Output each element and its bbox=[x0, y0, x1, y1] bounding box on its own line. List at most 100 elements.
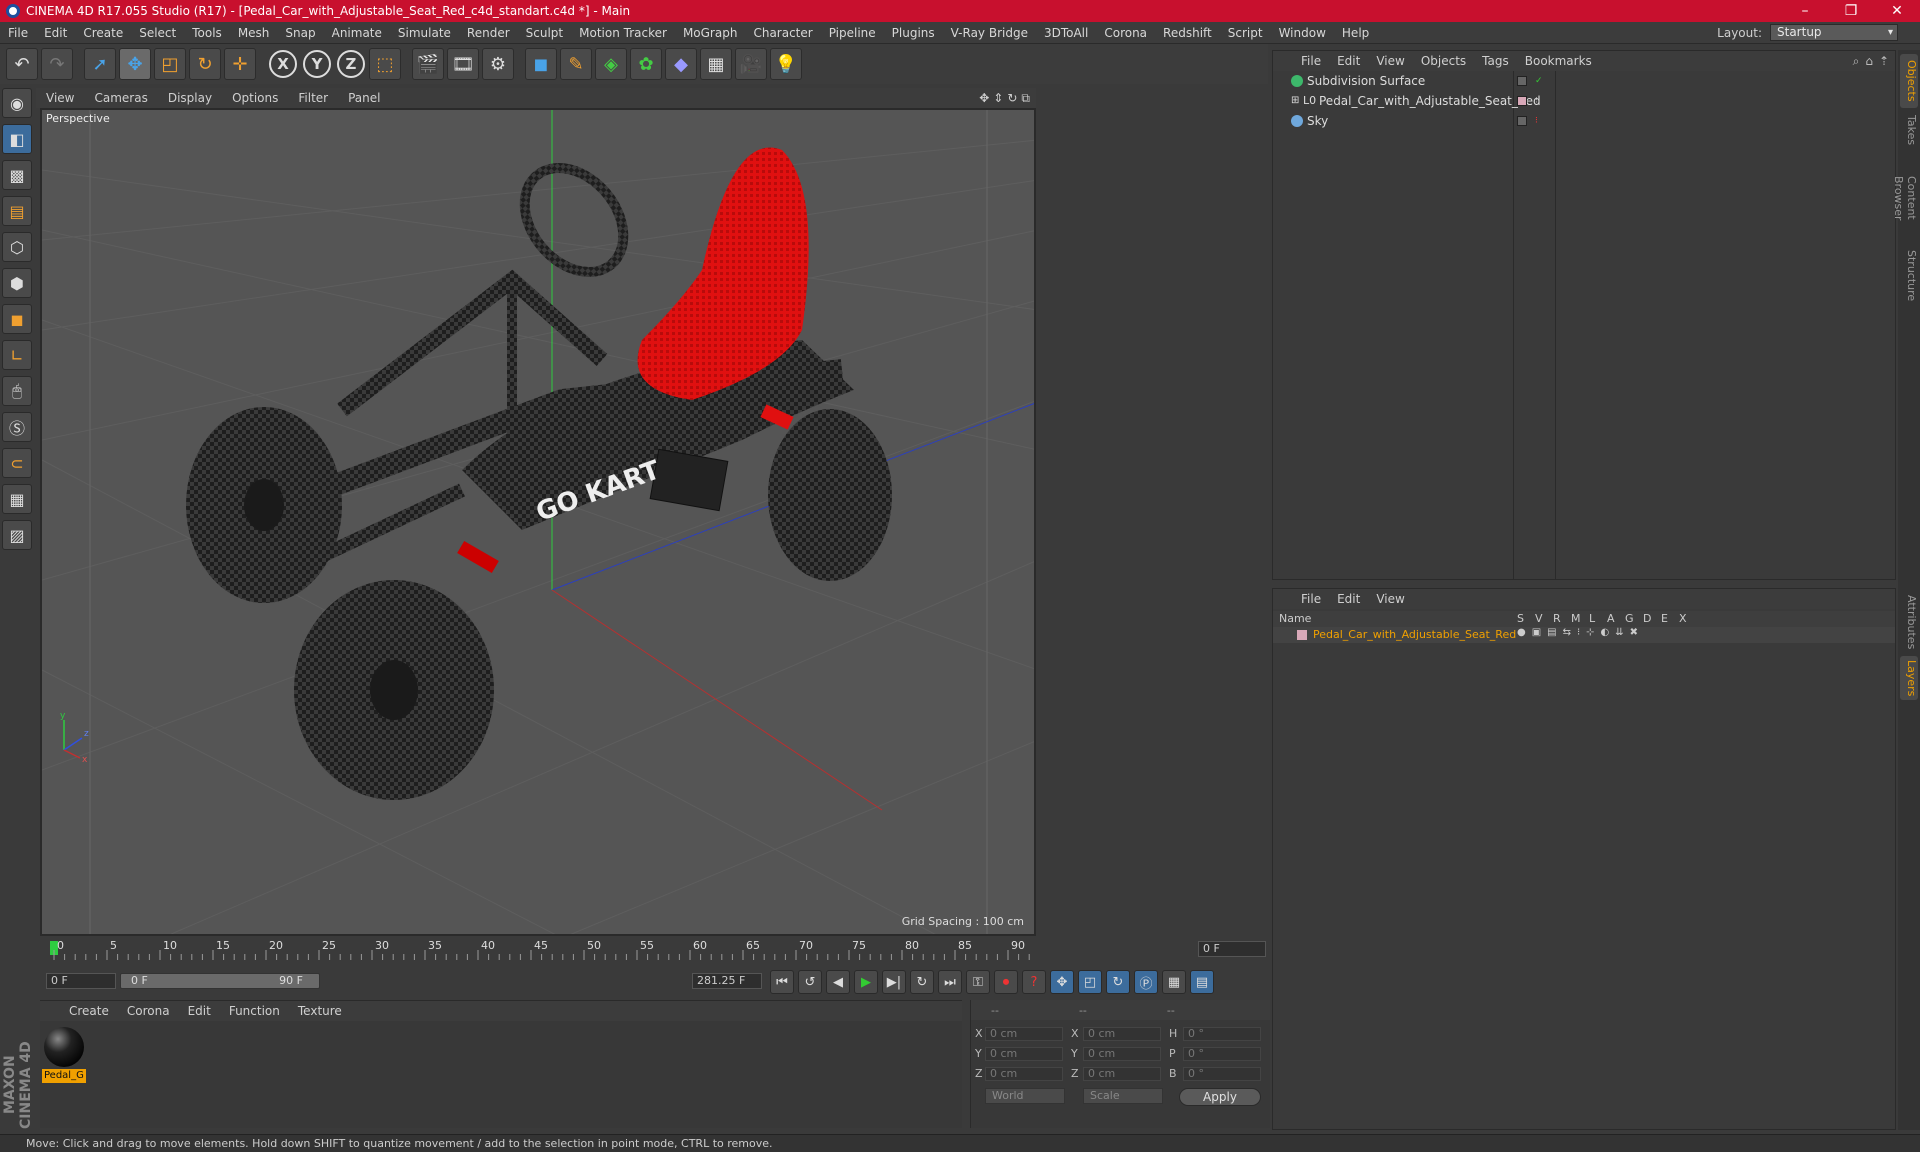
make-editable-icon[interactable]: ◉ bbox=[2, 88, 32, 118]
menu-select[interactable]: Select bbox=[131, 26, 184, 40]
dolly-icon[interactable]: ⇕ bbox=[993, 91, 1003, 106]
subdivision-icon[interactable]: ◈ bbox=[595, 48, 627, 80]
rotation-h-field[interactable]: 0 ° bbox=[1183, 1027, 1261, 1041]
key-scale-icon[interactable]: ◰ bbox=[1078, 970, 1102, 994]
layer-color-swatch[interactable] bbox=[1297, 630, 1307, 640]
menu-sculpt[interactable]: Sculpt bbox=[518, 26, 571, 40]
visibility-toggle[interactable] bbox=[1517, 116, 1527, 126]
coord-mode-dropdown[interactable]: World bbox=[985, 1088, 1065, 1104]
menu-mesh[interactable]: Mesh bbox=[230, 26, 278, 40]
layer-color-swatch[interactable] bbox=[1517, 96, 1527, 106]
visibility-toggle[interactable] bbox=[1517, 76, 1527, 86]
menu-file[interactable]: File bbox=[0, 26, 36, 40]
lm-menu-edit[interactable]: Edit bbox=[1329, 592, 1368, 606]
rotate-icon[interactable]: ↻ bbox=[189, 48, 221, 80]
go-to-end-icon[interactable]: ⏭ bbox=[938, 970, 962, 994]
rotation-p-field[interactable]: 0 ° bbox=[1183, 1047, 1261, 1061]
workplane-sync-icon[interactable]: ▨ bbox=[2, 520, 32, 550]
pan-icon[interactable]: ✥ bbox=[979, 91, 989, 106]
prev-frame-icon[interactable]: ◀ bbox=[826, 970, 850, 994]
menu-create[interactable]: Create bbox=[75, 26, 131, 40]
menu-simulate[interactable]: Simulate bbox=[390, 26, 459, 40]
autokey-icon[interactable]: ? bbox=[1022, 970, 1046, 994]
pedal-car-model[interactable]: GO KART bbox=[186, 147, 892, 801]
redo-icon[interactable]: ↷ bbox=[41, 48, 73, 80]
menu-edit[interactable]: Edit bbox=[36, 26, 75, 40]
layer-row[interactable]: Pedal_Car_with_Adjustable_Seat_Red ●▣▤⇆⁝… bbox=[1273, 627, 1895, 643]
up-icon[interactable]: ⇡ bbox=[1879, 54, 1889, 69]
floor-icon[interactable]: ▦ bbox=[700, 48, 732, 80]
play-icon[interactable]: ▶ bbox=[854, 970, 878, 994]
key-rotation-icon[interactable]: ↻ bbox=[1106, 970, 1130, 994]
menu-redshift[interactable]: Redshift bbox=[1155, 26, 1220, 40]
material-menu-function[interactable]: Function bbox=[220, 1004, 289, 1018]
visibility-dots-icon[interactable]: ⁝ bbox=[1535, 91, 1538, 111]
undo-icon[interactable]: ↶ bbox=[6, 48, 38, 80]
points-mode-icon[interactable]: ⬡ bbox=[2, 232, 32, 262]
next-frame-icon[interactable]: ▶| bbox=[882, 970, 906, 994]
record-icon[interactable]: ⏺ bbox=[994, 970, 1018, 994]
key-position-icon[interactable]: ✥ bbox=[1050, 970, 1074, 994]
start-frame-field[interactable]: 0 F bbox=[46, 973, 116, 989]
orbit-icon[interactable]: ↻ bbox=[1007, 91, 1017, 106]
om-menu-bookmarks[interactable]: Bookmarks bbox=[1517, 54, 1600, 68]
keyframe-selection-icon[interactable]: ⚿ bbox=[966, 970, 990, 994]
z-axis-icon[interactable]: Z bbox=[337, 50, 365, 78]
menu-help[interactable]: Help bbox=[1334, 26, 1377, 40]
viewport-menu-filter[interactable]: Filter bbox=[288, 91, 338, 105]
move-icon[interactable]: ✥ bbox=[119, 48, 151, 80]
polygons-mode-icon[interactable]: ◼ bbox=[2, 304, 32, 334]
next-keyframe-icon[interactable]: ↻ bbox=[910, 970, 934, 994]
material-menu-edit[interactable]: Edit bbox=[179, 1004, 220, 1018]
visibility-dots-icon[interactable]: ⁝ bbox=[1535, 111, 1538, 131]
lm-menu-file[interactable]: File bbox=[1293, 592, 1329, 606]
object-row-sky[interactable]: Sky ⁝ bbox=[1273, 111, 1895, 131]
viewport-menu-panel[interactable]: Panel bbox=[338, 91, 390, 105]
tab-layers[interactable]: Layers bbox=[1900, 656, 1918, 700]
tab-objects[interactable]: Objects bbox=[1900, 54, 1918, 108]
prev-keyframe-icon[interactable]: ↺ bbox=[798, 970, 822, 994]
size-x-field[interactable]: 0 cm bbox=[1083, 1027, 1161, 1041]
om-menu-tags[interactable]: Tags bbox=[1474, 54, 1517, 68]
viewport-menu-display[interactable]: Display bbox=[158, 91, 222, 105]
key-pla-icon[interactable]: ▦ bbox=[1162, 970, 1186, 994]
home-icon[interactable]: ⌂ bbox=[1865, 54, 1873, 69]
lock-workplane-icon[interactable]: ▦ bbox=[2, 484, 32, 514]
rotation-b-field[interactable]: 0 ° bbox=[1183, 1067, 1261, 1081]
model-mode-icon[interactable]: ◧ bbox=[2, 124, 32, 154]
menu-render[interactable]: Render bbox=[459, 26, 518, 40]
om-menu-view[interactable]: View bbox=[1368, 54, 1412, 68]
menu-vray-bridge[interactable]: V-Ray Bridge bbox=[943, 26, 1036, 40]
cloner-icon[interactable]: ✿ bbox=[630, 48, 662, 80]
viewport-menu-cameras[interactable]: Cameras bbox=[84, 91, 157, 105]
scale-icon[interactable]: ◰ bbox=[154, 48, 186, 80]
preview-range-slider[interactable]: 0 F 90 F bbox=[120, 973, 320, 989]
pen-icon[interactable]: ✎ bbox=[560, 48, 592, 80]
expand-icon[interactable]: ⊞ bbox=[1291, 91, 1299, 111]
end-frame-field[interactable]: 281.25 F bbox=[692, 973, 762, 989]
menu-window[interactable]: Window bbox=[1271, 26, 1334, 40]
menu-script[interactable]: Script bbox=[1220, 26, 1271, 40]
material-menu-corona[interactable]: Corona bbox=[118, 1004, 179, 1018]
cube-icon[interactable]: ◼ bbox=[525, 48, 557, 80]
material-menu-create[interactable]: Create bbox=[60, 1004, 118, 1018]
object-row-pedal-car[interactable]: ⊞ L0 Pedal_Car_with_Adjustable_Seat_Red … bbox=[1273, 91, 1895, 111]
menu-character[interactable]: Character bbox=[745, 26, 820, 40]
size-y-field[interactable]: 0 cm bbox=[1083, 1047, 1161, 1061]
tab-content-browser[interactable]: Content Browser bbox=[1892, 150, 1918, 246]
go-to-start-icon[interactable]: ⏮ bbox=[770, 970, 794, 994]
y-axis-icon[interactable]: Y bbox=[303, 50, 331, 78]
perspective-viewport[interactable]: GO KART y z x Perspective Grid Spacing :… bbox=[40, 108, 1036, 936]
search-icon[interactable]: ⌕ bbox=[1853, 54, 1860, 69]
menu-tools[interactable]: Tools bbox=[184, 26, 230, 40]
viewport-menu-view[interactable]: View bbox=[36, 91, 84, 105]
key-param-icon[interactable]: Ⓟ bbox=[1134, 970, 1158, 994]
timeline-ruler[interactable]: 0 5 10 15 20 25 30 35 40 45 50 55 60 65 70 75 80 85 90 bbox=[44, 938, 1036, 962]
coord-system-icon[interactable]: ⬚ bbox=[369, 48, 401, 80]
material-swatch[interactable]: Pedal_G bbox=[42, 1025, 86, 1083]
apply-button[interactable]: Apply bbox=[1179, 1088, 1261, 1106]
om-menu-objects[interactable]: Objects bbox=[1413, 54, 1474, 68]
menu-snap[interactable]: Snap bbox=[277, 26, 323, 40]
edges-mode-icon[interactable]: ⬢ bbox=[2, 268, 32, 298]
workplane-icon[interactable]: ▤ bbox=[2, 196, 32, 226]
